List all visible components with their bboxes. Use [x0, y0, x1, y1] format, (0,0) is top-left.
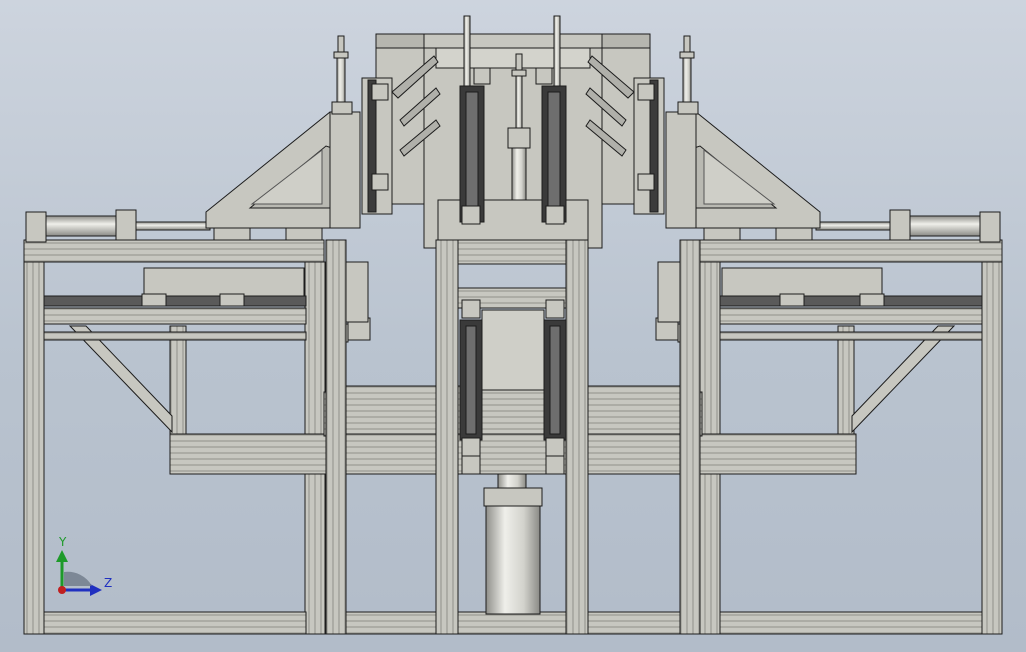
- axis-triad: Y Z: [56, 535, 112, 596]
- assembly-drawing: Y Z: [23, 15, 1003, 635]
- y-axis-label: Y: [58, 535, 67, 549]
- x-axis-dot: [58, 586, 66, 594]
- right-horizontal-cylinder: [815, 209, 1001, 243]
- main-lift-cylinder: [483, 473, 543, 615]
- left-horizontal-cylinder: [25, 209, 211, 243]
- cad-viewport[interactable]: Y Z: [0, 0, 1026, 652]
- z-axis-label: Z: [104, 576, 112, 590]
- left-gusset-bracket: [205, 111, 361, 241]
- right-gusset-bracket: [665, 111, 821, 241]
- right-vertical-cylinder-top: [677, 35, 699, 115]
- left-vertical-cylinder-top: [331, 35, 353, 115]
